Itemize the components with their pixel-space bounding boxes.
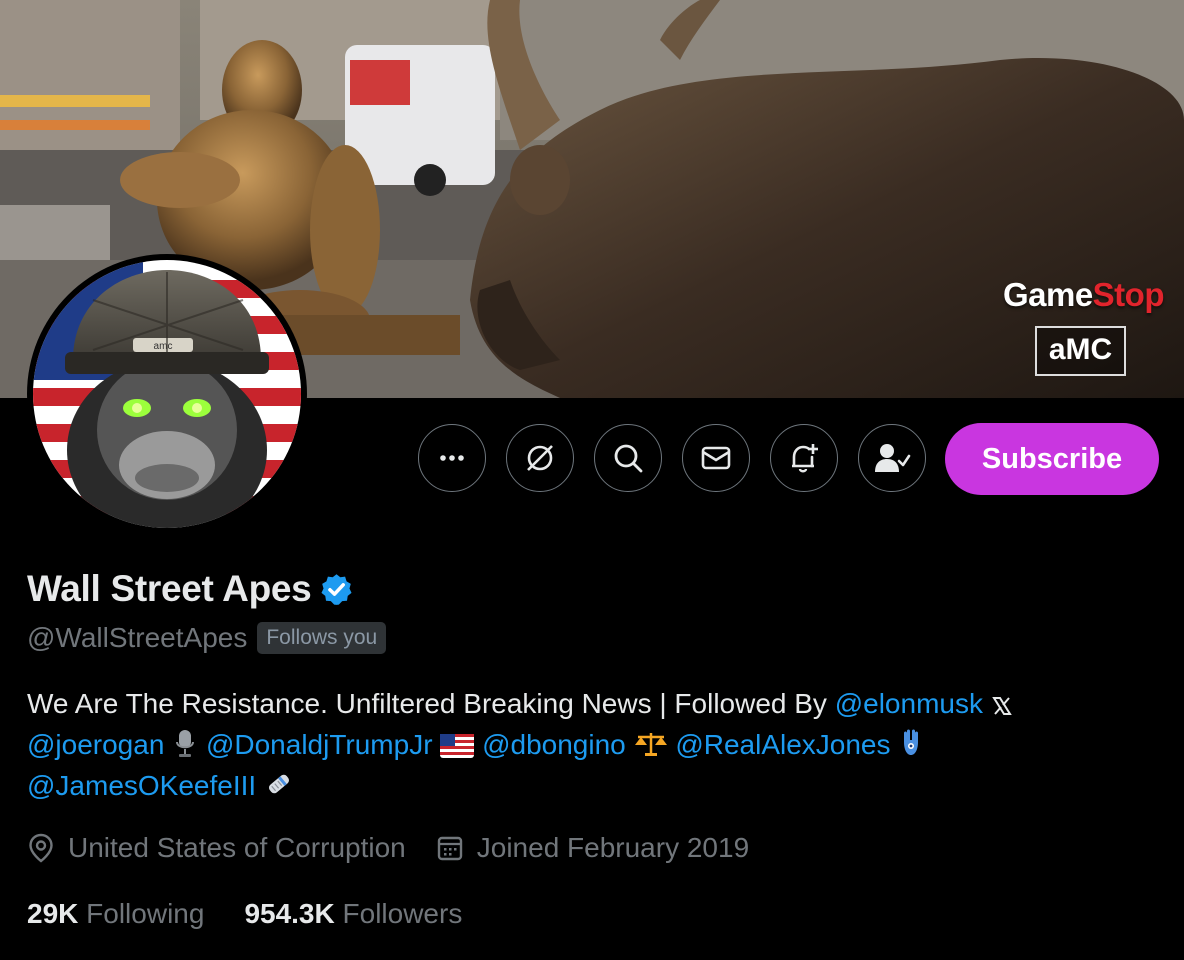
following-button[interactable] — [858, 424, 926, 492]
gamestop-logo: GameStop — [1002, 276, 1165, 313]
display-name: Wall Street Apes — [27, 568, 312, 609]
us-flag-emoji-icon — [440, 734, 475, 758]
search-button[interactable] — [594, 424, 662, 492]
bell-plus-icon — [792, 444, 818, 473]
grok-icon — [527, 445, 553, 471]
location-pin-icon — [29, 833, 53, 863]
location-text: United States of Corruption — [68, 832, 406, 863]
location: United States of Corruption — [27, 832, 406, 864]
follows-you-badge: Follows you — [257, 622, 387, 654]
following-link[interactable]: 29K Following — [27, 898, 204, 930]
followers-link[interactable]: 954.3K Followers — [244, 898, 462, 930]
envelope-icon — [701, 446, 731, 470]
following-label: Following — [86, 898, 205, 929]
handle: @WallStreetApes — [27, 622, 248, 653]
profile-name-row: Wall Street Apes — [27, 568, 354, 610]
x-logo-icon — [991, 697, 1012, 715]
balance-scale-emoji-icon — [634, 733, 667, 756]
joined-date: Joined February 2019 — [436, 832, 749, 864]
profile-stats: 29K Following 954.3K Followers — [27, 898, 502, 930]
verified-badge-icon[interactable] — [319, 572, 354, 607]
mention-link[interactable]: @dbongino — [482, 729, 626, 760]
more-button[interactable] — [418, 424, 486, 492]
search-icon — [614, 444, 643, 473]
joined-text: Joined February 2019 — [476, 832, 750, 863]
subscribe-button[interactable]: Subscribe — [945, 423, 1159, 495]
svg-text:amc: amc — [154, 341, 173, 352]
notify-button[interactable] — [770, 424, 838, 492]
mention-link[interactable]: @JamesOKeefeIII — [27, 770, 256, 801]
newspaper-roll-emoji-icon — [268, 774, 289, 794]
mention-link[interactable]: @DonaldjTrumpJr — [206, 729, 433, 760]
mention-link[interactable]: @RealAlexJones — [675, 729, 890, 760]
hamsa-emoji-icon — [904, 729, 919, 755]
bio-text: We Are The Resistance. Unfiltered Breaki… — [27, 688, 827, 719]
bio: We Are The Resistance. Unfiltered Breaki… — [27, 683, 1147, 806]
following-count: 29K — [27, 898, 79, 929]
ellipsis-icon — [440, 455, 464, 461]
mention-link[interactable]: @joerogan — [27, 729, 164, 760]
person-check-icon — [875, 444, 911, 472]
profile-actions: Subscribe — [0, 423, 1184, 495]
followers-count: 954.3K — [244, 898, 335, 929]
profile-meta: United States of Corruption Joined Febru… — [27, 832, 779, 864]
grok-button[interactable] — [506, 424, 574, 492]
followers-label: Followers — [342, 898, 463, 929]
mention-link[interactable]: @elonmusk — [835, 688, 983, 719]
calendar-icon — [437, 836, 462, 861]
microphone-emoji-icon — [176, 730, 195, 757]
profile-handle-row: @WallStreetApes Follows you — [27, 622, 387, 654]
amc-logo: aMC — [1035, 326, 1126, 376]
message-button[interactable] — [682, 424, 750, 492]
